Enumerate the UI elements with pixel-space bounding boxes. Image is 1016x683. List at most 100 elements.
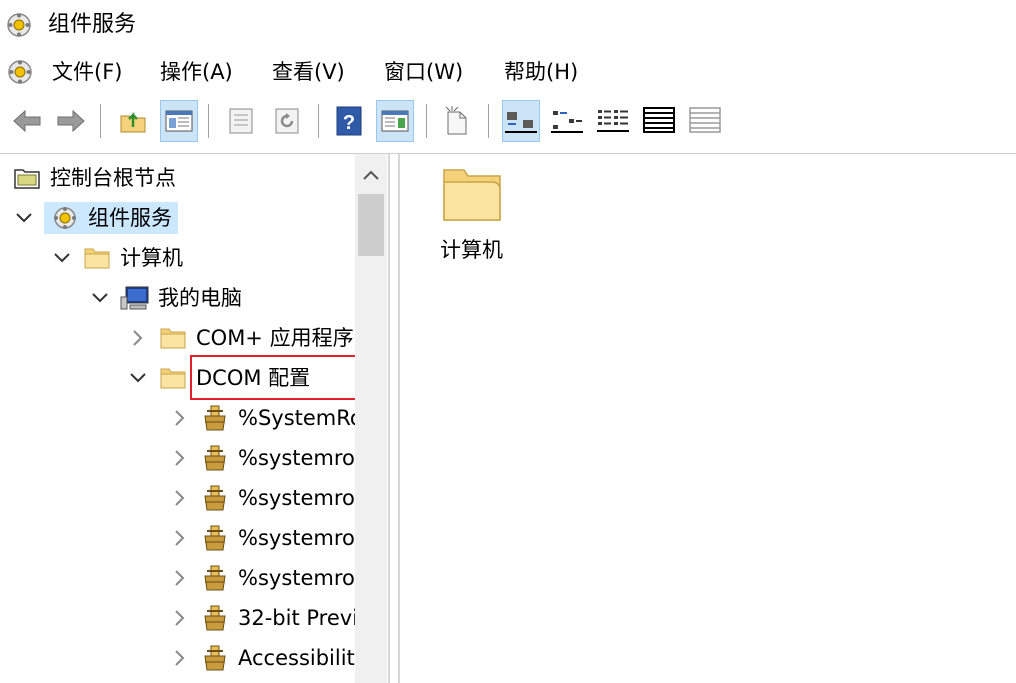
tree-item-com-plus-applications[interactable]: COM+ 应用程序: [128, 318, 354, 358]
up-level-button[interactable]: [114, 100, 152, 142]
list-view-button[interactable]: [594, 100, 632, 142]
toolbar-separator: [100, 104, 101, 138]
tree-item-label: %systemroot%: [238, 486, 355, 510]
tree-item-label: 组件服务: [88, 206, 172, 230]
scroll-up-button[interactable]: [355, 158, 387, 192]
refresh-button[interactable]: [268, 100, 306, 142]
properties-icon: [229, 108, 253, 134]
detail-view-icon: [643, 107, 675, 133]
small-icons-view-icon: [551, 111, 583, 133]
tree-item-label: COM+ 应用程序: [196, 326, 354, 350]
folder-icon[interactable]: [440, 164, 504, 224]
large-icons-view-icon: [505, 112, 537, 133]
title-bar: 组件服务: [0, 0, 1016, 50]
chevron-down-icon[interactable]: [14, 208, 34, 228]
chevron-down-icon[interactable]: [52, 248, 72, 268]
folder-icon: [82, 244, 112, 272]
annotation-highlight-box: [190, 355, 363, 400]
up-folder-icon: [120, 111, 146, 133]
component-services-icon: [50, 204, 80, 232]
show-hide-action-pane-button[interactable]: [376, 100, 414, 142]
forward-icon: [57, 109, 85, 133]
toolbar-separator: [488, 104, 489, 138]
chevron-right-icon[interactable]: [170, 608, 190, 628]
tree-item-my-computer[interactable]: 我的电脑: [90, 278, 242, 318]
tree-item-dcom-app[interactable]: Accessibility: [170, 638, 355, 678]
tree-item-dcom-app[interactable]: %systemroot%: [170, 478, 355, 518]
menu-action[interactable]: 操作(A): [158, 58, 235, 86]
chevron-right-icon[interactable]: [170, 568, 190, 588]
dcom-application-icon: [200, 444, 230, 472]
system-menu-icon[interactable]: [6, 58, 34, 86]
forward-button[interactable]: [52, 100, 90, 142]
tree-item-console-root[interactable]: 控制台根节点: [12, 158, 176, 198]
console-root-icon: [12, 164, 42, 192]
tree-item-label: 计算机: [120, 246, 183, 270]
content-pane: [398, 154, 1016, 683]
menu-file[interactable]: 文件(F): [50, 58, 124, 86]
tree-item-label: Accessibility: [238, 646, 355, 670]
folder-icon: [158, 324, 188, 352]
back-button[interactable]: [8, 100, 46, 142]
back-icon: [13, 109, 41, 133]
tree-item-dcom-app[interactable]: %SystemRoot%: [170, 398, 355, 438]
tree-item-computers[interactable]: 计算机: [52, 238, 183, 278]
chevron-right-icon[interactable]: [170, 408, 190, 428]
window-title: 组件服务: [48, 12, 137, 37]
tree-item-label: 32-bit Preview Handler Surrogate Host: [238, 606, 355, 630]
menu-help[interactable]: 帮助(H): [502, 58, 580, 86]
chevron-down-icon[interactable]: [128, 368, 148, 388]
status-view-icon: [689, 107, 721, 133]
show-hide-action-pane-icon: [381, 110, 409, 132]
new-window-icon: [445, 106, 467, 135]
dcom-application-icon: [200, 644, 230, 672]
toolbar-separator: [208, 104, 209, 138]
tree-item-dcom-app[interactable]: 32-bit Preview Handler Surrogate Host: [170, 598, 355, 638]
list-view-icon: [597, 110, 629, 132]
chevron-right-icon[interactable]: [170, 528, 190, 548]
tree-item-component-services[interactable]: 组件服务: [14, 198, 178, 238]
tree-item-dcom-app[interactable]: %systemroot%: [170, 558, 355, 598]
toolbar-separator: [426, 104, 427, 138]
dcom-application-icon: [200, 524, 230, 552]
new-window-button[interactable]: [438, 100, 476, 142]
menu-window[interactable]: 窗口(W): [382, 58, 465, 86]
tree-item-dcom-app[interactable]: %systemroot%: [170, 438, 355, 478]
tree-view[interactable]: 控制台根节点 组件服务 计算机 我的电脑 COM+ 应用程序 DCOM 配置 %…: [0, 154, 355, 683]
tree-item-dcom-app[interactable]: %systemroot%: [170, 518, 355, 558]
selection-highlight: 组件服务: [44, 202, 178, 234]
chevron-right-icon[interactable]: [128, 328, 148, 348]
dcom-application-icon: [200, 604, 230, 632]
show-hide-tree-icon: [165, 110, 193, 132]
tree-item-label: %systemroot%: [238, 566, 355, 590]
content-item-label[interactable]: 计算机: [440, 236, 503, 264]
large-icons-view-button[interactable]: [502, 100, 540, 142]
tree-item-label: %SystemRoot%: [238, 406, 355, 430]
computer-icon: [120, 284, 150, 312]
menu-view[interactable]: 查看(V): [270, 58, 347, 86]
chevron-right-icon[interactable]: [170, 648, 190, 668]
properties-button[interactable]: [222, 100, 260, 142]
chevron-down-icon[interactable]: [90, 288, 110, 308]
component-services-icon: [7, 13, 31, 37]
tree-item-label: %systemroot%: [238, 446, 355, 470]
svg-text:?: ?: [343, 112, 355, 134]
dcom-application-icon: [200, 564, 230, 592]
detail-view-button[interactable]: [640, 100, 678, 142]
chevron-up-icon: [363, 170, 379, 180]
dcom-application-icon: [200, 404, 230, 432]
chevron-right-icon[interactable]: [170, 448, 190, 468]
status-view-button[interactable]: [686, 100, 724, 142]
chevron-right-icon[interactable]: [170, 488, 190, 508]
help-icon: ?: [336, 106, 362, 136]
tree-item-label: 我的电脑: [158, 286, 242, 310]
scroll-thumb[interactable]: [358, 194, 384, 256]
toolbar-separator: [318, 104, 319, 138]
help-button[interactable]: ?: [330, 100, 368, 142]
tree-item-label: %systemroot%: [238, 526, 355, 550]
small-icons-view-button[interactable]: [548, 100, 586, 142]
dcom-application-icon: [200, 484, 230, 512]
tree-item-label: 控制台根节点: [50, 166, 176, 190]
refresh-icon: [275, 108, 299, 134]
show-hide-tree-button[interactable]: [160, 100, 198, 142]
